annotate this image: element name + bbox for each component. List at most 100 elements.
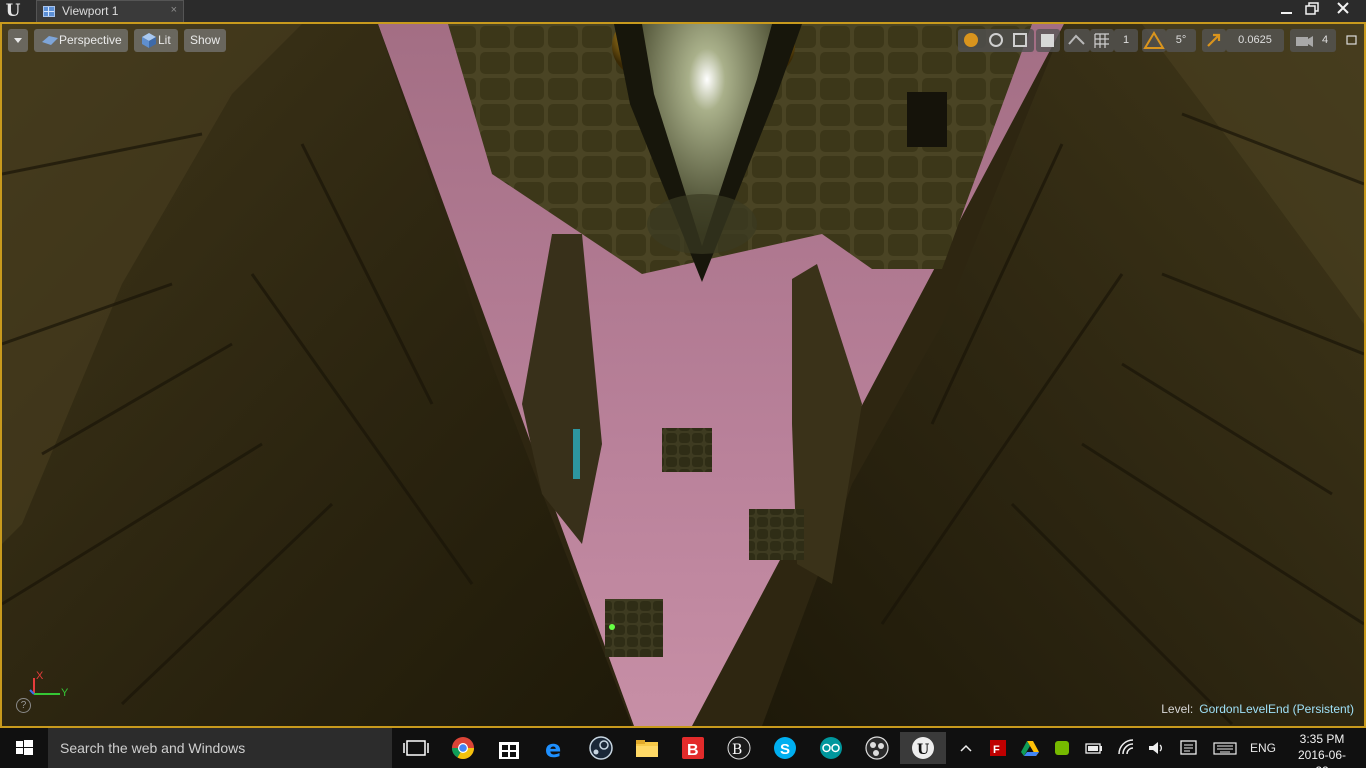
bandicam-taskbar-button[interactable]: B [670,732,716,764]
perspective-icon [42,36,58,45]
task-view-button[interactable] [393,732,439,764]
steam-icon [589,736,613,760]
scale-snap-icon [1207,33,1221,47]
folder-icon [636,740,658,757]
chrome-taskbar-button[interactable] [440,732,486,764]
level-name: GordonLevelEnd (Persistent) [1199,702,1354,716]
show-hidden-icons-button[interactable] [958,737,974,759]
restore-icon [1305,2,1319,15]
level-label: Level: [1161,702,1194,716]
level-indicator: Level: GordonLevelEnd (Persistent) [1161,702,1354,716]
scale-snap-value[interactable]: 0.0625 [1226,29,1284,52]
help-icon[interactable]: ? [16,698,31,713]
clock-date: 2016-06-22 [1297,748,1347,768]
tab-label: Viewport 1 [62,4,119,18]
b3-app-icon: B [727,736,751,760]
scale-snap-toggle[interactable] [1202,29,1226,52]
speaker-icon [1149,742,1162,754]
tray-volume[interactable] [1146,737,1166,759]
perspective-button[interactable]: Perspective [34,29,128,52]
battery-icon [1085,743,1102,754]
maximize-viewport-button[interactable] [1344,29,1360,52]
obs-taskbar-button[interactable] [854,732,900,764]
keyboard-icon [1213,742,1237,755]
cube-icon [1041,34,1054,47]
restore-button[interactable] [1298,0,1326,18]
svg-text:U: U [917,742,929,758]
file-explorer-taskbar-button[interactable] [624,732,670,764]
title-bar: U Viewport 1 × [0,0,1366,23]
rotation-snap-icon [1143,31,1165,49]
tray-google-drive[interactable] [1020,737,1040,759]
lit-label: Lit [158,33,171,47]
arduino-taskbar-button[interactable] [808,732,854,764]
unreal-engine-icon: U [912,737,934,759]
search-box[interactable]: Search the web and Windows [48,728,392,768]
store-icon [499,742,519,759]
cyan-light [573,429,580,479]
nvidia-icon [1055,741,1069,755]
translate-icon[interactable] [964,33,978,47]
lit-button[interactable]: Lit [134,29,178,52]
surface-snap-icon [1068,34,1085,45]
axis-y-label: Y [61,687,69,699]
camera-speed-button[interactable]: 4 [1290,29,1336,52]
axis-x-label: X [36,670,44,682]
close-button[interactable] [1329,0,1357,18]
maximize-icon [1346,35,1357,45]
close-icon [1337,2,1349,14]
chrome-icon [452,737,474,759]
tab-viewport-1[interactable]: Viewport 1 × [36,0,184,22]
svg-text:e: e [545,735,561,763]
unreal-editor-window: U Viewport 1 × Perspective Lit Show 1 5°… [0,0,1366,768]
svg-text:B: B [732,742,742,758]
grid-snap-toggle[interactable] [1090,29,1114,52]
viewport-options-button[interactable] [8,29,28,52]
steam-taskbar-button[interactable] [578,732,624,764]
b3-taskbar-button[interactable]: B [716,732,762,764]
tray-power[interactable] [1084,737,1104,759]
unreal-taskbar-button[interactable]: U [900,732,946,764]
minimize-button[interactable] [1273,0,1301,18]
camera-icon [1296,36,1313,47]
tray-action-center[interactable] [1178,737,1200,759]
edge-icon: e [545,735,561,763]
rotate-icon[interactable] [989,33,1003,47]
svg-text:F: F [993,744,1000,756]
svg-text:B: B [687,742,699,759]
level-viewport[interactable]: Perspective Lit Show 1 5° 0.0625 4 X Y ?… [0,22,1366,728]
rotation-snap-value[interactable]: 5° [1166,29,1196,52]
filezilla-icon: F [990,740,1006,756]
tray-filezilla[interactable]: F [988,737,1008,759]
clock-time: 3:35 PM [1299,732,1345,746]
skype-taskbar-button[interactable]: S [762,732,808,764]
tray-nvidia[interactable] [1052,737,1072,759]
surface-snap-button[interactable] [1064,29,1090,52]
viewport-icon [43,6,55,17]
clock[interactable]: 3:35 PM 2016-06-22 [1292,731,1352,768]
lit-cube-icon [142,33,156,48]
unreal-engine-icon[interactable]: U [3,2,23,20]
start-button[interactable] [0,728,48,768]
task-view-icon [403,740,429,756]
transform-icons [964,33,1027,47]
edge-taskbar-button[interactable]: e [532,732,578,764]
arduino-icon [820,737,842,759]
language-indicator[interactable]: ENG [1250,737,1278,759]
svg-text:S: S [780,741,790,758]
floating-block-2 [749,509,804,560]
windows-start-icon [16,740,33,755]
tray-keyboard[interactable] [1212,737,1238,759]
show-button[interactable]: Show [184,29,226,52]
tray-network[interactable] [1116,737,1136,759]
store-taskbar-button[interactable] [486,732,532,764]
grid-snap-value[interactable]: 1 [1114,29,1138,52]
show-label: Show [190,33,221,47]
world-local-button[interactable] [1036,29,1060,52]
tab-close-icon[interactable]: × [171,4,177,16]
scale-icon[interactable] [1013,33,1027,47]
rotation-snap-toggle[interactable] [1142,29,1166,52]
google-drive-icon [1021,741,1039,756]
transform-tools [958,29,1034,52]
chevron-up-icon [960,744,972,752]
